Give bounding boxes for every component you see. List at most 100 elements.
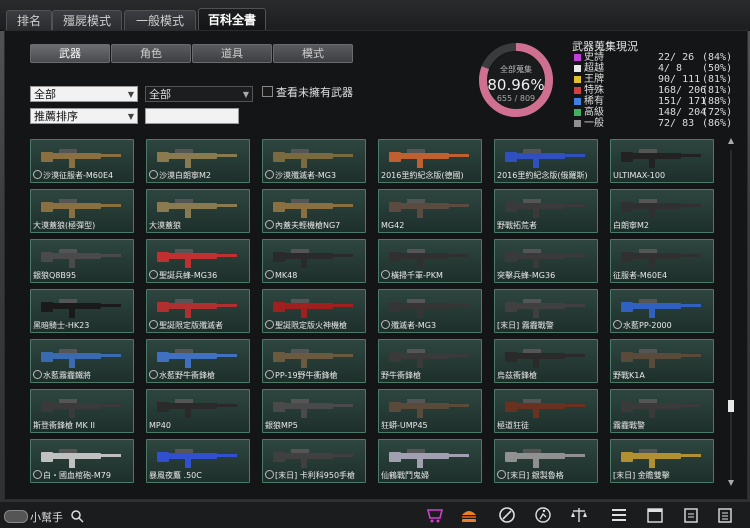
lock-icon <box>265 220 274 229</box>
unowned-checkbox[interactable] <box>262 86 273 97</box>
weapon-card[interactable]: 聖誕限定版火神機槍 <box>262 289 366 333</box>
tab-ranking[interactable]: 排名 <box>6 10 52 31</box>
list-icon[interactable] <box>716 506 734 524</box>
clipboard-icon[interactable] <box>682 506 700 524</box>
toggle-switch[interactable] <box>4 510 28 523</box>
weapon-card[interactable]: 橫掃千軍-PKM <box>378 239 482 283</box>
weapon-card[interactable]: 霧霾戰警 <box>610 389 714 433</box>
weapon-card[interactable]: 殲滅者-MG3 <box>378 289 482 333</box>
weapon-card[interactable]: [末日] 霧霾戰警 <box>494 289 598 333</box>
search-icon[interactable] <box>70 509 84 523</box>
weapon-card[interactable]: [末日] 金瞻雙擊 <box>610 439 714 483</box>
tab-normal-mode[interactable]: 一般模式 <box>124 10 196 31</box>
subtab-items[interactable]: 道具 <box>192 44 272 63</box>
weapon-image <box>41 349 121 368</box>
weapon-card[interactable]: 黑暗騎士-HK23 <box>30 289 134 333</box>
subtab-characters[interactable]: 角色 <box>111 44 191 63</box>
search-input[interactable] <box>145 108 239 124</box>
weapon-card[interactable]: 大漠蓋狼 <box>146 189 250 233</box>
weapon-card[interactable]: 烏茲衝鋒槍 <box>494 339 598 383</box>
subtab-modes[interactable]: 模式 <box>273 44 353 63</box>
weapon-card[interactable]: 銀狼Q8B95 <box>30 239 134 283</box>
weapon-card[interactable]: MG42 <box>378 189 482 233</box>
scrollbar-thumb[interactable] <box>728 400 734 412</box>
rarity-color-swatch <box>574 65 581 72</box>
tab-zombie-mode[interactable]: 殭屍模式 <box>52 10 122 31</box>
sort-select[interactable]: 推薦排序 ▼ <box>30 108 138 124</box>
weapon-card[interactable]: [末日] 卡利科950手槍 <box>262 439 366 483</box>
compass-icon[interactable] <box>498 506 516 524</box>
shop-icon[interactable] <box>426 506 444 524</box>
weapon-card[interactable]: 突擊兵蜂-MG36 <box>494 239 598 283</box>
weapon-card[interactable]: PP-19野牛衝鋒槍 <box>262 339 366 383</box>
scrollbar[interactable] <box>728 138 734 490</box>
weapon-card[interactable]: 水藍野牛衝鋒槍 <box>146 339 250 383</box>
weapon-name: 霧霾戰警 <box>613 421 645 430</box>
weapon-image <box>389 349 469 368</box>
weapon-card[interactable]: 野戰拓荒者 <box>494 189 598 233</box>
weapon-card[interactable]: 水藍霧霾鐵將 <box>30 339 134 383</box>
weapon-card[interactable]: [末日] 銀製魯格 <box>494 439 598 483</box>
weapon-card[interactable]: 銀狼MP5 <box>262 389 366 433</box>
scroll-up-icon[interactable] <box>728 138 734 144</box>
subcategory-select[interactable]: 全部 ▼ <box>145 86 253 102</box>
weapon-card[interactable]: 大漠蓋狼(極彈型) <box>30 189 134 233</box>
weapon-image <box>157 249 237 268</box>
weapon-label: 突擊兵蜂-MG36 <box>497 271 596 281</box>
scale-icon[interactable] <box>570 506 588 524</box>
helper-toggle[interactable]: 小幫手 <box>4 508 86 524</box>
weapon-label: 大漠蓋狼(極彈型) <box>33 221 132 231</box>
weapon-card[interactable]: 斯登衝鋒槍 MK II <box>30 389 134 433</box>
weapon-name: 2016里約紀念版(俄羅斯) <box>497 171 588 180</box>
weapon-card[interactable]: 仙鶴戰鬥鬼婦 <box>378 439 482 483</box>
scroll-down-icon[interactable] <box>728 480 734 486</box>
category-select[interactable]: 全部 ▼ <box>30 86 138 102</box>
weapon-card[interactable]: 2016里約紀念版(德國) <box>378 139 482 183</box>
weapon-name: 斯登衝鋒槍 MK II <box>33 421 95 430</box>
weapon-name: 征服者-M60E4 <box>613 271 668 280</box>
weapon-card[interactable]: 野牛衝鋒槍 <box>378 339 482 383</box>
checklist-icon[interactable] <box>610 506 628 524</box>
weapon-label: 仙鶴戰鬥鬼婦 <box>381 471 480 481</box>
weapon-card[interactable]: 內蓋夫輕機槍NG7 <box>262 189 366 233</box>
weapon-label: 霧霾戰警 <box>613 421 712 431</box>
weapon-card[interactable]: 聖誕限定版殲滅者 <box>146 289 250 333</box>
weapon-image <box>41 249 121 268</box>
weapon-name: 沙漠白朗寧M2 <box>159 171 211 180</box>
weapon-label: 大漠蓋狼 <box>149 221 248 231</box>
weapon-card[interactable]: 暴風夜鷹 .50C <box>146 439 250 483</box>
weapon-card[interactable]: 極道狂徒 <box>494 389 598 433</box>
weapon-card[interactable]: 沙漠白朗寧M2 <box>146 139 250 183</box>
weapon-label: 黑暗騎士-HK23 <box>33 321 132 331</box>
weapon-image <box>157 349 237 368</box>
weapon-card[interactable]: ULTIMAX-100 <box>610 139 714 183</box>
weapon-image <box>389 399 469 418</box>
weapon-label: 銀狼MP5 <box>265 421 364 431</box>
tab-encyclopedia[interactable]: 百科全書 <box>198 8 266 31</box>
calendar-icon[interactable] <box>646 506 664 524</box>
weapon-card[interactable]: 白朗寧M2 <box>610 189 714 233</box>
subtab-weapons[interactable]: 武器 <box>30 44 110 63</box>
weapon-card[interactable]: 聖誕兵蜂-MG36 <box>146 239 250 283</box>
weapon-label: 烏茲衝鋒槍 <box>497 371 596 381</box>
weapon-card[interactable]: 水藍PP-2000 <box>610 289 714 333</box>
weapon-card[interactable]: 野戰K1A <box>610 339 714 383</box>
weapon-card[interactable]: MP40 <box>146 389 250 433</box>
runner-icon[interactable] <box>534 506 552 524</box>
weapon-image <box>621 249 701 268</box>
lock-icon <box>33 370 42 379</box>
weapon-label: 野牛衝鋒槍 <box>381 371 480 381</box>
burger-icon[interactable] <box>460 506 478 524</box>
weapon-card[interactable]: MK48 <box>262 239 366 283</box>
rarity-color-swatch <box>574 120 581 127</box>
weapon-card[interactable]: 征服者-M60E4 <box>610 239 714 283</box>
weapon-card[interactable]: 狂蟒-UMP45 <box>378 389 482 433</box>
weapon-card[interactable]: 白・國血棺砲-M79 <box>30 439 134 483</box>
lock-icon <box>33 170 42 179</box>
weapon-card[interactable]: 2016里約紀念版(俄羅斯) <box>494 139 598 183</box>
rarity-name: 特殊 <box>584 85 604 96</box>
weapon-label: 聖誕限定版殲滅者 <box>149 320 248 331</box>
weapon-card[interactable]: 沙漠征服者-M60E4 <box>30 139 134 183</box>
weapon-image <box>389 199 469 218</box>
weapon-card[interactable]: 沙漠殲滅者-MG3 <box>262 139 366 183</box>
